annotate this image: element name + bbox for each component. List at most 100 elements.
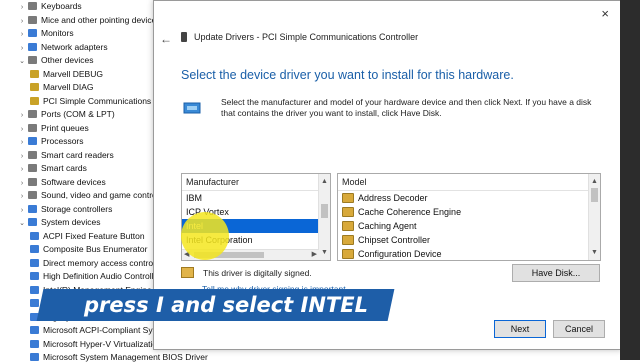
model-item[interactable]: Address Decoder [338, 191, 600, 205]
expanded-chevron-icon[interactable]: ⌄ [18, 217, 26, 230]
scroll-up-icon[interactable]: ▲ [319, 176, 330, 187]
next-button[interactable]: Next [494, 320, 546, 338]
device-icon [30, 339, 39, 348]
tree-item[interactable]: › Smart card readers [18, 149, 114, 162]
tree-item[interactable]: › Monitors [18, 27, 74, 40]
tree-item[interactable]: › Processors [18, 135, 84, 148]
scroll-up-icon[interactable]: ▲ [589, 176, 600, 187]
tree-item-label: Monitors [41, 28, 74, 38]
collapsed-chevron-icon[interactable]: › [18, 136, 26, 149]
tree-item-label: Other devices [41, 55, 94, 65]
device-icon [30, 258, 39, 267]
device-icon [30, 231, 39, 240]
scroll-thumb[interactable] [591, 188, 598, 202]
tree-item[interactable]: › Keyboards [18, 0, 82, 13]
driver-package-icon [342, 249, 354, 259]
side-bar [620, 0, 640, 360]
hardware-icon [183, 102, 201, 114]
back-arrow-icon[interactable]: ← [160, 32, 172, 46]
tree-item[interactable]: › Sound, video and game controllers [18, 189, 173, 203]
tree-item-label: Storage controllers [41, 203, 113, 214]
tree-item[interactable]: Marvell DEBUG [30, 68, 103, 81]
collapsed-chevron-icon[interactable]: › [18, 163, 26, 176]
model-vertical-scrollbar[interactable]: ▲ ▼ [588, 174, 600, 260]
tree-item-label: Ports (COM & LPT) [41, 109, 115, 119]
scroll-down-icon[interactable]: ▼ [319, 247, 330, 258]
tree-item[interactable]: › Storage controllers [18, 203, 113, 217]
tree-item[interactable]: › Print queues [18, 122, 89, 135]
tree-item-label: Microsoft ACPI-Compliant System [43, 325, 172, 335]
tree-item[interactable]: ACPI Fixed Feature Button [30, 230, 145, 243]
device-icon [30, 299, 39, 307]
driver-package-icon [342, 221, 354, 231]
collapsed-chevron-icon[interactable]: › [18, 109, 26, 122]
expanded-chevron-icon[interactable]: ⌄ [18, 55, 26, 68]
tree-item-label: Software devices [41, 176, 106, 187]
tree-item-label: Network adapters [41, 41, 108, 52]
model-item-label: Configuration Device [358, 249, 442, 259]
tree-item-label: Mice and other pointing devices [41, 14, 161, 25]
tree-item[interactable]: › Software devices [18, 176, 106, 189]
scroll-thumb[interactable] [321, 204, 328, 218]
collapsed-chevron-icon[interactable]: › [18, 150, 26, 163]
device-icon [28, 218, 37, 226]
model-item-label: Address Decoder [358, 193, 428, 203]
collapsed-chevron-icon[interactable]: › [18, 28, 26, 41]
model-listbox[interactable]: Model Address Decoder Cache Coherence Eng… [337, 173, 601, 261]
device-icon [28, 2, 37, 10]
tree-item[interactable]: Microsoft ACPI-Compliant System [30, 324, 171, 337]
tree-item[interactable]: › Smart cards [18, 162, 87, 175]
device-icon [28, 191, 37, 199]
model-header: Model [338, 174, 600, 191]
collapsed-chevron-icon[interactable]: › [18, 15, 26, 28]
device-icon [28, 110, 37, 118]
tree-item[interactable]: Microsoft System Management BIOS Driver [30, 351, 208, 364]
manufacturer-vertical-scrollbar[interactable]: ▲ ▼ [318, 174, 330, 260]
tree-item[interactable]: High Definition Audio Controller [30, 270, 161, 283]
instructions-text: Select the manufacturer and model of you… [221, 97, 592, 118]
close-icon[interactable]: × [601, 6, 609, 21]
model-item-label: Chipset Controller [358, 235, 431, 245]
tree-item-label: Smart cards [41, 163, 87, 173]
scroll-down-icon[interactable]: ▼ [589, 247, 600, 258]
collapsed-chevron-icon[interactable]: › [18, 190, 26, 203]
tree-item[interactable]: Marvell DIAG [30, 81, 94, 94]
device-icon [28, 137, 37, 145]
dialog-title-text: Update Drivers - PCI Simple Communicatio… [194, 32, 419, 42]
device-icon [30, 245, 39, 253]
tree-item[interactable]: Direct memory access controller [30, 257, 164, 270]
device-icon [181, 32, 187, 42]
model-item-label: Caching Agent [358, 221, 417, 231]
tree-item[interactable]: ⌄ System devices [18, 216, 100, 230]
collapsed-chevron-icon[interactable]: › [18, 1, 26, 14]
tree-item[interactable]: › Ports (COM & LPT) [18, 108, 115, 121]
model-item[interactable]: Caching Agent [338, 219, 600, 233]
driver-package-icon [342, 235, 354, 245]
collapsed-chevron-icon[interactable]: › [18, 204, 26, 217]
model-item[interactable]: Configuration Device [338, 247, 600, 260]
collapsed-chevron-icon[interactable]: › [18, 177, 26, 190]
have-disk-button[interactable]: Have Disk... [512, 264, 600, 282]
manufacturer-item[interactable]: IBM [182, 191, 330, 205]
device-icon [28, 29, 37, 37]
tree-item[interactable]: ⌄ Other devices [18, 54, 93, 67]
device-icon [30, 96, 39, 105]
collapsed-chevron-icon[interactable]: › [18, 123, 26, 136]
tree-item-label: Smart card readers [41, 149, 114, 160]
scroll-right-icon[interactable]: ▶ [312, 250, 317, 260]
device-icon [30, 285, 39, 294]
click-highlight [181, 212, 229, 260]
cancel-button[interactable]: Cancel [553, 320, 605, 338]
device-icon [28, 56, 37, 64]
tree-item[interactable]: Composite Bus Enumerator [30, 243, 147, 256]
model-item[interactable]: Chipset Controller [338, 233, 600, 247]
signed-status: This driver is digitally signed. [181, 267, 312, 278]
model-item[interactable]: Cache Coherence Engine [338, 205, 600, 219]
collapsed-chevron-icon[interactable]: › [18, 42, 26, 55]
tree-item-label: ACPI Fixed Feature Button [43, 230, 145, 241]
dialog-title: Update Drivers - PCI Simple Communicatio… [181, 32, 418, 42]
device-icon [30, 69, 39, 78]
tree-item[interactable]: › Mice and other pointing devices [18, 14, 161, 27]
device-icon [28, 42, 37, 51]
tree-item[interactable]: › Network adapters [18, 41, 108, 54]
